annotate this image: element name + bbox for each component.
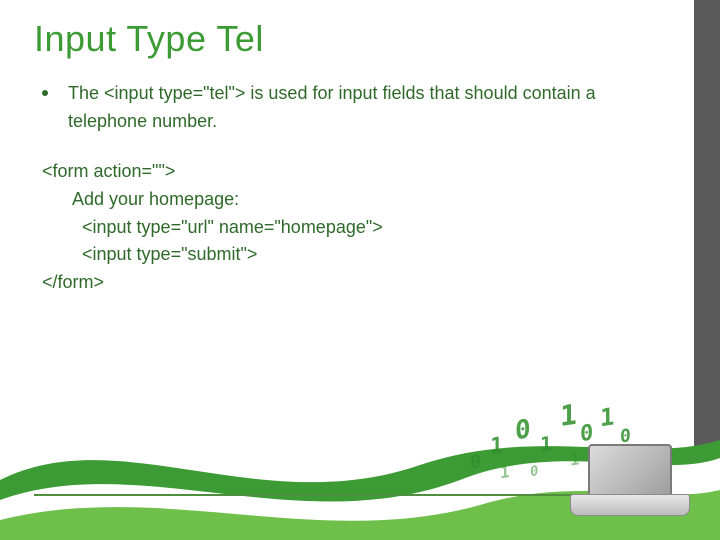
laptop-keyboard xyxy=(570,494,690,516)
code-line-2: Add your homepage: xyxy=(72,186,642,214)
code-line-1: <form action=""> xyxy=(42,158,642,186)
bullet-code: <input type="tel"> xyxy=(104,83,245,103)
code-line-4: <input type="submit"> xyxy=(82,241,642,269)
bullet-text: The <input type="tel"> is used for input… xyxy=(68,80,642,136)
code-line-3: <input type="url" name="homepage"> xyxy=(82,214,642,242)
bullet-pre: The xyxy=(68,83,104,103)
bullet-dot-icon xyxy=(42,90,48,96)
slide-title: Input Type Tel xyxy=(34,18,264,60)
side-stripe xyxy=(694,0,720,540)
bullet-item: The <input type="tel"> is used for input… xyxy=(42,80,642,136)
laptop-screen xyxy=(588,444,672,496)
code-line-5: </form> xyxy=(42,269,642,297)
slide: Input Type Tel The <input type="tel"> is… xyxy=(0,0,720,540)
slide-body: The <input type="tel"> is used for input… xyxy=(42,80,642,297)
laptop-graphic xyxy=(570,444,690,522)
